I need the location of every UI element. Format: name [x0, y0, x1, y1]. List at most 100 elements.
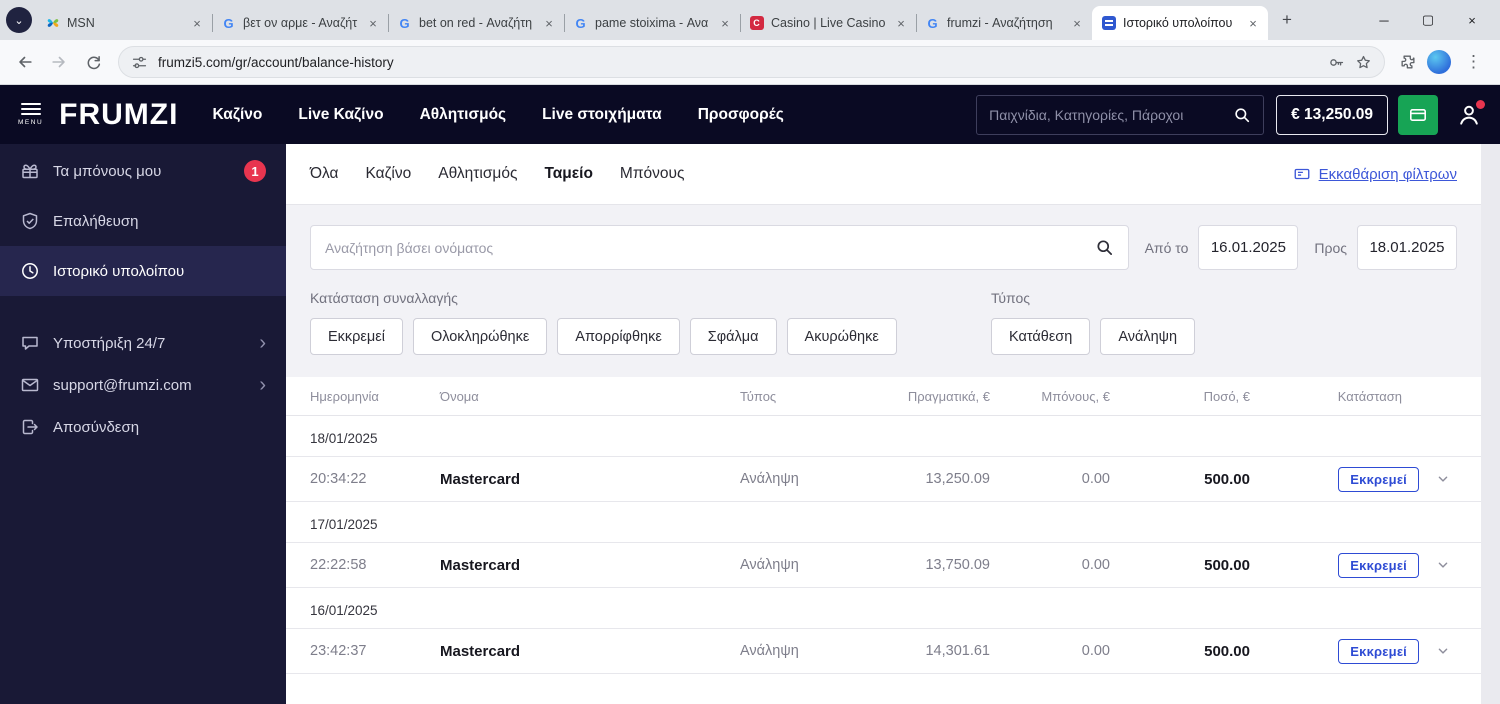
- date-group-label: 18/01/2025: [310, 431, 378, 446]
- balance-display[interactable]: € 13,250.09: [1276, 94, 1388, 135]
- col-header-status: Κατάσταση: [1337, 388, 1402, 404]
- window-minimize-button[interactable]: ─: [1362, 0, 1406, 40]
- browser-tab-casino[interactable]: C Casino | Live Casino | ×: [740, 6, 916, 40]
- sidebar-item-label: Αποσύνδεση: [53, 418, 140, 436]
- account-button[interactable]: [1456, 99, 1485, 128]
- tab-search-button[interactable]: ⌄: [6, 7, 32, 33]
- chevron-right-icon: ›: [259, 374, 266, 396]
- tab-title: Ιστορικό υπολοίπου: [1123, 16, 1233, 30]
- browser-tab-search-3[interactable]: G pame stoixima - Ανα ×: [564, 6, 740, 40]
- status-pending-button[interactable]: Εκκρεμεί: [310, 318, 403, 355]
- type-filter-label: Τύπος: [991, 290, 1030, 306]
- forward-arrow-icon: [52, 56, 65, 68]
- tab-casino[interactable]: Καζίνο: [365, 165, 411, 183]
- nav-item-promotions[interactable]: Προσφορές: [698, 106, 784, 124]
- tab-close-icon[interactable]: ×: [1069, 15, 1085, 31]
- table-row[interactable]: 23:42:37 Mastercard Ανάληψη 14,301.61 0.…: [286, 628, 1481, 674]
- type-withdrawal-button[interactable]: Ανάληψη: [1100, 318, 1196, 355]
- google-g-icon: G: [575, 15, 586, 31]
- casino-favicon: C: [749, 16, 764, 31]
- tab-close-icon[interactable]: ×: [365, 15, 381, 31]
- gift-icon: [20, 161, 40, 181]
- date-from-input[interactable]: [1198, 225, 1299, 270]
- password-key-icon[interactable]: [1328, 54, 1345, 71]
- nav-item-casino[interactable]: Καζίνο: [212, 106, 262, 124]
- sidebar-item-support[interactable]: Υποστήριξη 24/7 ›: [0, 322, 286, 364]
- menu-button[interactable]: MENU: [18, 103, 43, 126]
- reload-icon: [87, 55, 100, 69]
- reload-button[interactable]: [78, 47, 108, 77]
- forward-button[interactable]: [44, 47, 74, 77]
- tab-title: MSN: [67, 16, 95, 30]
- browser-tab-search-1[interactable]: G βετ ον αρμε - Αναζήτ ×: [212, 6, 388, 40]
- browser-tab-msn[interactable]: MSN ×: [36, 6, 212, 40]
- site-logo[interactable]: FRUMZI: [59, 98, 178, 132]
- name-search[interactable]: [310, 225, 1129, 270]
- status-error-button[interactable]: Σφάλμα: [689, 318, 777, 355]
- table-row[interactable]: 20:34:22 Mastercard Ανάληψη 13,250.09 0.…: [286, 456, 1481, 502]
- site-favicon: [1101, 16, 1116, 31]
- back-button[interactable]: [10, 47, 40, 77]
- sidebar-item-logout[interactable]: Αποσύνδεση: [0, 406, 286, 448]
- notification-dot: [1476, 99, 1485, 109]
- tab-sports[interactable]: Αθλητισμός: [438, 165, 517, 183]
- name-search-input[interactable]: [325, 239, 1087, 256]
- clear-filters-link[interactable]: Εκκαθάριση φίλτρων: [1293, 165, 1457, 183]
- address-bar[interactable]: frumzi5.com/gr/account/balance-history: [118, 46, 1385, 78]
- site-nav: Καζίνο Live Καζίνο Αθλητισμός Live στοιχ…: [212, 106, 783, 124]
- sidebar-item-verification[interactable]: Επαλήθευση: [0, 196, 286, 246]
- cell-type: Ανάληψη: [740, 643, 799, 659]
- tab-close-icon[interactable]: ×: [893, 15, 909, 31]
- bookmark-star-icon[interactable]: [1355, 54, 1372, 71]
- table-row[interactable]: 22:22:58 Mastercard Ανάληψη 13,750.09 0.…: [286, 542, 1481, 588]
- chevron-down-icon[interactable]: [1435, 557, 1451, 573]
- status-badge: Εκκρεμεί: [1338, 638, 1419, 664]
- browser-tab-search-2[interactable]: G bet on red - Αναζήτη ×: [388, 6, 564, 40]
- tab-close-icon[interactable]: ×: [541, 15, 557, 31]
- tab-bonus[interactable]: Μπόνους: [620, 165, 685, 183]
- tab-close-icon[interactable]: ×: [1245, 15, 1261, 31]
- browser-tab-active[interactable]: Ιστορικό υπολοίπου ×: [1092, 6, 1268, 40]
- status-filter-group: Κατάσταση συναλλαγής Εκκρεμεί Ολοκληρώθη…: [310, 290, 991, 355]
- chevron-down-icon[interactable]: [1435, 643, 1451, 659]
- search-icon[interactable]: [1095, 238, 1114, 257]
- new-tab-button[interactable]: +: [1274, 7, 1300, 33]
- window-maximize-button[interactable]: ▢: [1406, 0, 1450, 40]
- sidebar-item-balance-history[interactable]: Ιστορικό υπολοίπου: [0, 246, 286, 296]
- chevron-right-icon: ›: [259, 332, 266, 354]
- site-settings-icon[interactable]: [131, 54, 148, 71]
- browser-tab-search-4[interactable]: G frumzi - Αναζήτηση ×: [916, 6, 1092, 40]
- hamburger-icon: [20, 103, 41, 105]
- window-close-button[interactable]: ×: [1450, 0, 1494, 40]
- google-g-icon: G: [223, 15, 234, 31]
- nav-item-live-casino[interactable]: Live Καζίνο: [298, 106, 383, 124]
- status-completed-button[interactable]: Ολοκληρώθηκε: [412, 318, 548, 355]
- tab-all[interactable]: Όλα: [310, 165, 338, 183]
- tab-close-icon[interactable]: ×: [717, 15, 733, 31]
- status-cancelled-button[interactable]: Ακυρώθηκε: [786, 318, 897, 355]
- browser-profile-avatar[interactable]: [1427, 50, 1451, 74]
- deposit-button[interactable]: [1398, 94, 1438, 135]
- date-from-label: Από το: [1144, 239, 1189, 256]
- extensions-puzzle-icon[interactable]: [1399, 53, 1417, 71]
- status-rejected-button[interactable]: Απορρίφθηκε: [557, 318, 680, 355]
- sidebar-item-email[interactable]: support@frumzi.com ›: [0, 364, 286, 406]
- nav-item-sports[interactable]: Αθλητισμός: [420, 106, 507, 124]
- clock-icon: [20, 261, 40, 281]
- browser-menu-icon[interactable]: ⋮: [1461, 52, 1486, 72]
- cell-amount: 500.00: [1204, 470, 1250, 488]
- nav-item-live-bets[interactable]: Live στοιχήματα: [542, 106, 662, 124]
- col-header-type: Τύπος: [740, 388, 777, 404]
- site-search-input[interactable]: [989, 106, 1226, 123]
- sidebar-item-bonuses[interactable]: Τα μπόνους μου 1: [0, 146, 286, 196]
- date-to-input[interactable]: [1357, 225, 1457, 270]
- tab-cashier[interactable]: Ταμείο: [544, 165, 592, 183]
- site-search[interactable]: [976, 94, 1265, 135]
- shield-check-icon: [20, 211, 40, 231]
- chevron-down-icon[interactable]: [1435, 471, 1451, 487]
- wallet-card-icon: [1408, 105, 1428, 125]
- search-icon[interactable]: [1233, 106, 1251, 124]
- tab-close-icon[interactable]: ×: [189, 15, 205, 31]
- type-deposit-button[interactable]: Κατάθεση: [991, 318, 1091, 355]
- tab-title: βετ ον αρμε - Αναζήτ: [243, 16, 358, 30]
